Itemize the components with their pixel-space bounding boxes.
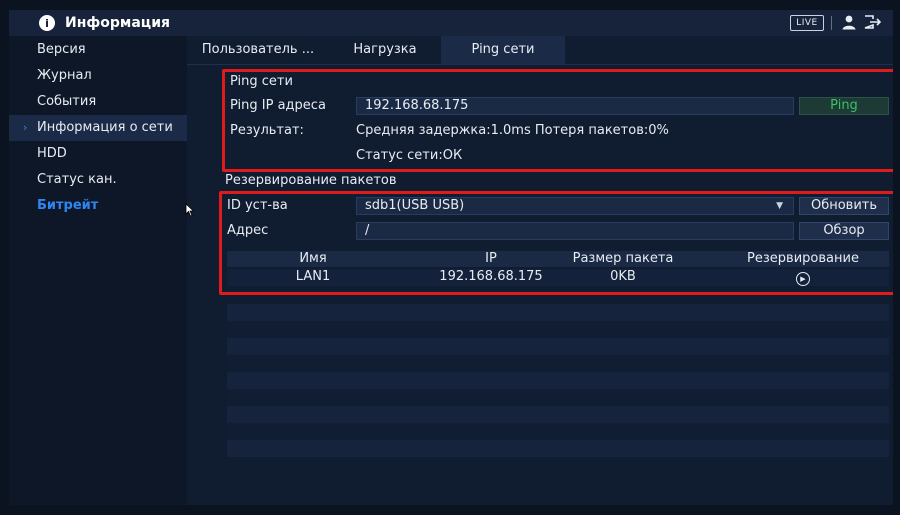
highlight-box-backup — [219, 191, 893, 295]
user-icon[interactable] — [841, 14, 857, 30]
chevron-right-icon: › — [23, 121, 28, 134]
tab-load[interactable]: Нагрузка — [329, 36, 441, 64]
table-row-empty — [227, 321, 889, 338]
sidebar-item-log[interactable]: Журнал — [9, 63, 187, 89]
backup-section-title: Резервирование пакетов — [225, 173, 397, 188]
logout-icon[interactable] — [863, 14, 883, 30]
sidebar-item-label: Статус кан. — [37, 172, 117, 187]
window-title: i Информация — [39, 14, 170, 32]
highlight-box-ping — [222, 69, 893, 172]
sidebar-item-label: Битрейт — [37, 198, 99, 213]
tab-users[interactable]: Пользователь ... — [187, 36, 329, 64]
sidebar-item-hdd[interactable]: HDD — [9, 141, 187, 167]
sidebar-item-label: События — [37, 94, 97, 109]
window-title-text: Информация — [65, 15, 170, 31]
sidebar-item-channel-status[interactable]: Статус кан. — [9, 167, 187, 193]
sidebar-item-version[interactable]: Версия — [9, 37, 187, 63]
table-row-empty — [227, 304, 889, 321]
table-row-empty — [227, 423, 889, 440]
table-row-empty — [227, 372, 889, 389]
sidebar: Версия Журнал События › Информация о сет… — [9, 36, 187, 505]
top-bar: i Информация LIVE — [9, 10, 893, 37]
info-icon: i — [39, 15, 55, 31]
divider — [831, 16, 832, 30]
sidebar-item-label: Журнал — [37, 68, 92, 83]
table-row-empty — [227, 355, 889, 372]
sidebar-item-bitrate[interactable]: Битрейт — [9, 193, 187, 219]
sidebar-item-label: HDD — [37, 146, 67, 161]
tab-ping[interactable]: Ping сети — [441, 36, 565, 64]
tabs-divider — [187, 64, 893, 65]
content-panel: Пользователь ... Нагрузка Ping сети Ping… — [187, 36, 893, 505]
sidebar-item-label: Версия — [37, 42, 86, 57]
sidebar-item-label: Информация о сети — [37, 120, 173, 135]
mouse-cursor-icon — [185, 203, 195, 217]
sidebar-item-events[interactable]: События — [9, 89, 187, 115]
sidebar-item-network-info[interactable]: › Информация о сети — [9, 115, 187, 141]
table-row-empty — [227, 406, 889, 423]
table-row-empty — [227, 440, 889, 457]
table-row-empty — [227, 389, 889, 406]
main-window: i Информация LIVE Версия Журнал События … — [9, 10, 893, 505]
table-row-empty — [227, 338, 889, 355]
live-button[interactable]: LIVE — [790, 15, 824, 31]
